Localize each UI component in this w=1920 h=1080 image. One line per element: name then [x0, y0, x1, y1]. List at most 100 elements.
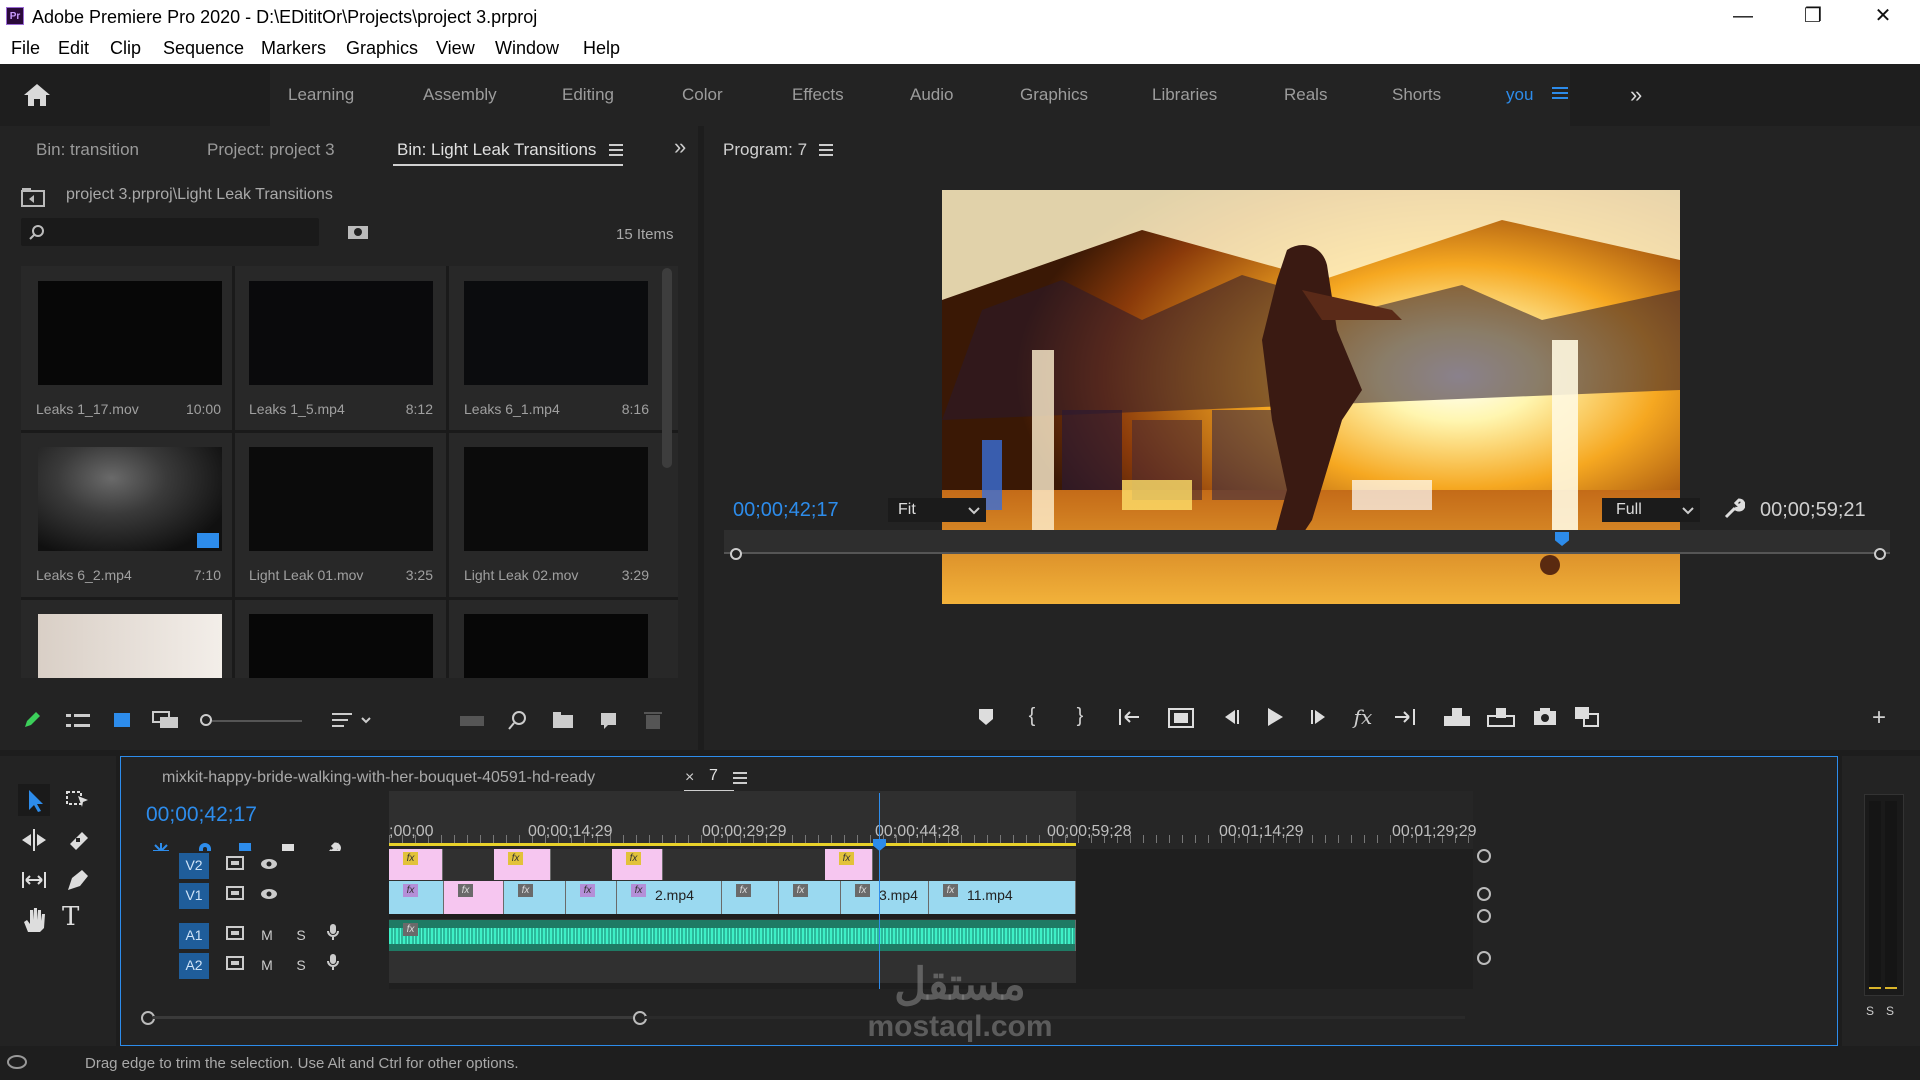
v1-clip[interactable]: fx [722, 881, 779, 914]
play-button[interactable] [1260, 706, 1290, 734]
icon-view-icon[interactable] [113, 711, 131, 734]
sort-icon[interactable] [332, 712, 372, 733]
type-tool-icon[interactable]: T [62, 902, 79, 932]
menu-window[interactable]: Window [495, 38, 559, 59]
track-target-a2[interactable]: A2 [179, 953, 209, 979]
find-icon[interactable] [508, 710, 528, 735]
v1-clip[interactable]: fx [566, 881, 617, 914]
tab-sequence-7[interactable]: 7 [709, 767, 718, 785]
workspace-overflow-icon[interactable]: » [1630, 82, 1642, 108]
tab-bin-transition[interactable]: Bin: transition [36, 140, 139, 160]
v1-clip[interactable]: fx [504, 881, 566, 914]
v1-clip[interactable]: fx [779, 881, 841, 914]
menu-help[interactable]: Help [583, 38, 620, 59]
sync-lock-icon[interactable] [221, 923, 249, 947]
close-tab-icon[interactable]: × [685, 769, 694, 787]
go-to-in-button[interactable] [1114, 707, 1144, 733]
work-area-bar[interactable] [389, 843, 1076, 846]
panel-menu-icon[interactable] [819, 143, 833, 161]
microphone-icon[interactable] [319, 923, 347, 947]
pencil-icon[interactable] [22, 710, 42, 735]
meter-solo-left[interactable]: S [1866, 1004, 1874, 1018]
audio-scroll-top[interactable] [1477, 909, 1491, 923]
audio-scroll-bottom[interactable] [1477, 951, 1491, 965]
tab-project-3[interactable]: Project: project 3 [207, 140, 335, 160]
v1-clip[interactable]: fx [389, 881, 444, 914]
v1-clip[interactable]: fx [444, 881, 504, 914]
search-input[interactable] [21, 218, 319, 246]
scrub-bar[interactable] [724, 530, 1890, 560]
list-item[interactable]: Leaks 1_5.mp4 8:12 [235, 266, 446, 430]
v2-clip[interactable]: fx [612, 849, 663, 880]
v2-clip[interactable]: fx [389, 849, 443, 880]
track-target-v1[interactable]: V1 [179, 883, 209, 909]
track-select-tool-icon[interactable] [62, 784, 94, 821]
v1-clip[interactable]: fx 2.mp4 [617, 881, 722, 914]
new-item-icon[interactable] [598, 710, 618, 735]
menu-markers[interactable]: Markers [261, 38, 326, 59]
meter-solo-right[interactable]: S [1886, 1004, 1894, 1018]
hand-tool-icon[interactable] [18, 904, 50, 941]
list-item[interactable]: Leaks 6_1.mp4 8:16 [449, 266, 678, 430]
mute-button[interactable]: M [253, 923, 281, 947]
menu-sequence[interactable]: Sequence [163, 38, 244, 59]
eye-icon[interactable] [255, 853, 283, 877]
menu-view[interactable]: View [436, 38, 475, 59]
sync-lock-icon[interactable] [221, 883, 249, 907]
export-frame-button[interactable] [1530, 706, 1560, 732]
solo-button[interactable]: S [287, 953, 315, 977]
vertical-scroll-bottom[interactable] [1477, 887, 1491, 901]
minimize-button[interactable]: — [1718, 2, 1768, 30]
bin-scrollbar[interactable] [662, 268, 672, 468]
lift-button[interactable] [1440, 706, 1474, 734]
vertical-scroll-top[interactable] [1477, 849, 1491, 863]
list-item[interactable]: Leaks 1_17.mov 10:00 [21, 266, 232, 430]
add-button[interactable]: + [1864, 704, 1894, 732]
mute-button[interactable]: M [253, 953, 281, 977]
safe-margins-button[interactable] [1166, 707, 1196, 735]
horizontal-zoom-scrollbar[interactable] [121, 1011, 1541, 1027]
zoom-slider[interactable] [200, 714, 304, 728]
wrench-icon[interactable] [1723, 498, 1746, 525]
sync-lock-icon[interactable] [221, 953, 249, 977]
ripple-edit-tool-icon[interactable] [18, 824, 50, 861]
list-item[interactable]: Light Leak 01.mov 3:25 [235, 433, 446, 597]
step-back-button[interactable] [1216, 707, 1246, 733]
mark-out-button[interactable]: } [1068, 705, 1092, 728]
a1-clip[interactable]: fx [389, 920, 1076, 951]
v2-clip[interactable]: fx [825, 849, 873, 880]
find-icon[interactable] [347, 224, 369, 245]
v2-clip[interactable]: fx [494, 849, 551, 880]
workspace-color[interactable]: Color [682, 85, 723, 105]
workspace-reals[interactable]: Reals [1284, 85, 1327, 105]
timeline-timecode[interactable]: 00;00;42;17 [146, 803, 257, 827]
comparison-view-button[interactable] [1572, 706, 1602, 734]
step-forward-button[interactable] [1304, 707, 1334, 733]
track-target-a1[interactable]: A1 [179, 923, 209, 949]
home-icon[interactable] [22, 82, 52, 108]
workspace-learning[interactable]: Learning [288, 85, 354, 105]
new-bin-icon[interactable] [552, 711, 574, 734]
in-handle[interactable] [730, 548, 742, 560]
panel-overflow-icon[interactable]: » [674, 134, 686, 160]
v1-clip[interactable]: fx 11.mp4 [929, 881, 1076, 914]
extract-button[interactable] [1484, 706, 1518, 734]
go-to-out-button[interactable] [1390, 707, 1420, 733]
workspace-graphics[interactable]: Graphics [1020, 85, 1088, 105]
freeform-view-icon[interactable] [152, 711, 180, 734]
menu-graphics[interactable]: Graphics [346, 38, 418, 59]
list-item[interactable]: Leaks 6_2.mp4 7:10 [21, 433, 232, 597]
menu-edit[interactable]: Edit [58, 38, 89, 59]
pen-tool-icon[interactable] [62, 864, 94, 901]
v1-clip[interactable]: fx 3.mp4 [841, 881, 929, 914]
list-item[interactable] [21, 600, 232, 678]
workspace-menu-icon[interactable] [1552, 86, 1568, 105]
panel-menu-icon[interactable] [733, 771, 747, 789]
tab-sequence-mixkit[interactable]: mixkit-happy-bride-walking-with-her-bouq… [162, 769, 595, 787]
workspace-shorts[interactable]: Shorts [1392, 85, 1441, 105]
close-window-button[interactable]: ✕ [1858, 2, 1908, 30]
zoom-dropdown[interactable]: Fit [888, 498, 986, 522]
marker-button[interactable] [974, 708, 998, 732]
current-timecode[interactable]: 00;00;42;17 [733, 499, 839, 522]
slip-tool-icon[interactable] [18, 864, 50, 901]
